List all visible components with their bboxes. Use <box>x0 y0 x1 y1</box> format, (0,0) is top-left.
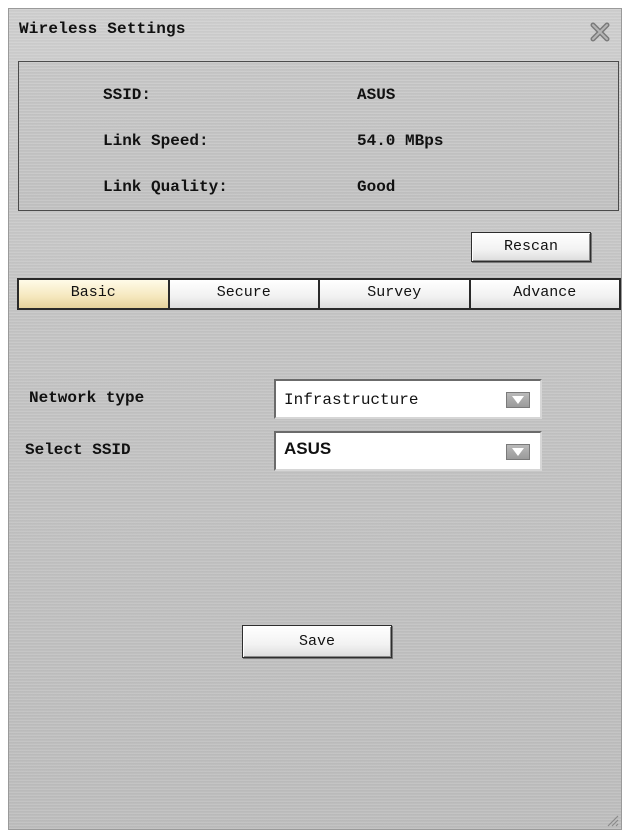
resize-grip-icon[interactable] <box>603 811 619 827</box>
chevron-down-icon[interactable] <box>506 444 530 460</box>
close-icon[interactable] <box>589 21 611 43</box>
link-speed-row: Link Speed: 54.0 MBps <box>19 126 618 156</box>
wireless-settings-window: Wireless Settings SSID: ASUS Link Speed:… <box>8 8 622 830</box>
link-quality-row: Link Quality: Good <box>19 172 618 202</box>
tab-secure[interactable]: Secure <box>169 280 320 308</box>
link-speed-label: Link Speed: <box>103 132 209 150</box>
rescan-button[interactable]: Rescan <box>471 232 591 262</box>
select-ssid-value: ASUS <box>284 439 332 458</box>
link-quality-value: Good <box>357 178 396 196</box>
network-type-value: Infrastructure <box>284 391 419 409</box>
ssid-row: SSID: ASUS <box>19 80 618 110</box>
ssid-label: SSID: <box>103 86 152 104</box>
save-button[interactable]: Save <box>242 625 392 658</box>
tab-basic[interactable]: Basic <box>17 280 170 308</box>
title-bar[interactable]: Wireless Settings <box>9 9 621 53</box>
connection-info-panel: SSID: ASUS Link Speed: 54.0 MBps Link Qu… <box>18 61 619 211</box>
select-ssid-label: Select SSID <box>25 441 131 459</box>
window-title: Wireless Settings <box>19 20 186 38</box>
ssid-value: ASUS <box>357 86 396 104</box>
link-speed-value: 54.0 MBps <box>357 132 444 150</box>
tab-survey[interactable]: Survey <box>320 280 471 308</box>
settings-tabs: Basic Secure Survey Advance <box>17 278 621 310</box>
select-ssid-select[interactable]: ASUS <box>274 431 542 471</box>
network-type-select[interactable]: Infrastructure <box>274 379 542 419</box>
network-type-label: Network type <box>29 389 145 407</box>
tab-advance[interactable]: Advance <box>470 280 621 308</box>
chevron-down-icon[interactable] <box>506 392 530 408</box>
link-quality-label: Link Quality: <box>103 178 228 196</box>
